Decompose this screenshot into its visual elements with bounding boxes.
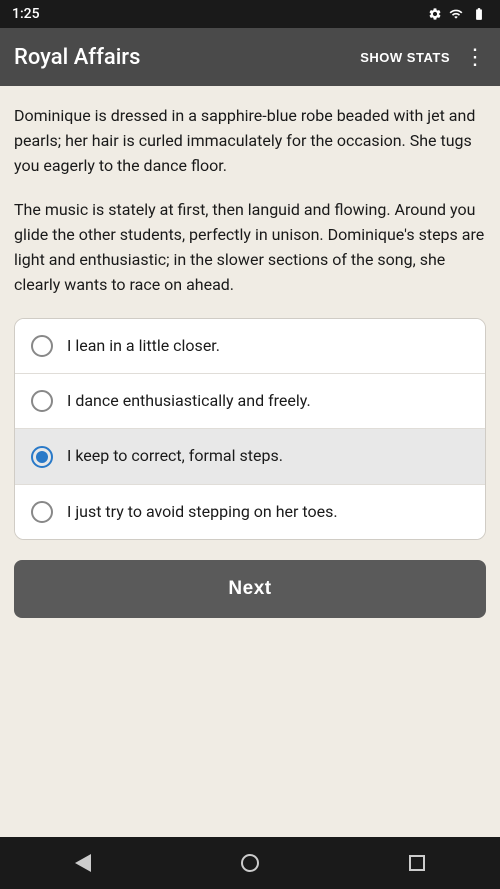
option-label: I dance enthusiastically and freely. <box>67 390 311 412</box>
option-row[interactable]: I keep to correct, formal steps. <box>15 429 485 484</box>
option-row[interactable]: I dance enthusiastically and freely. <box>15 374 485 429</box>
bottom-nav-bar <box>0 837 500 889</box>
app-title: Royal Affairs <box>14 45 354 70</box>
radio-inner-dot <box>36 451 48 463</box>
gear-icon <box>428 7 442 21</box>
option-label: I keep to correct, formal steps. <box>67 445 283 467</box>
radio-button[interactable] <box>31 501 53 523</box>
radio-button[interactable] <box>31 390 53 412</box>
battery-icon <box>470 7 488 21</box>
home-icon <box>241 854 259 872</box>
radio-button[interactable] <box>31 446 53 468</box>
back-icon <box>75 854 91 872</box>
recents-button[interactable] <box>409 855 425 871</box>
option-row[interactable]: I lean in a little closer. <box>15 319 485 374</box>
options-card: I lean in a little closer. I dance enthus… <box>14 318 486 541</box>
signal-icon <box>448 7 464 21</box>
show-stats-button[interactable]: SHOW STATS <box>354 46 456 69</box>
story-paragraph-1: Dominique is dressed in a sapphire-blue … <box>14 104 486 178</box>
status-icons <box>428 7 488 21</box>
status-bar: 1:25 <box>0 0 500 28</box>
next-button[interactable]: Next <box>14 560 486 618</box>
more-vert-icon[interactable]: ⋮ <box>464 45 486 70</box>
radio-button[interactable] <box>31 335 53 357</box>
option-label: I lean in a little closer. <box>67 335 220 357</box>
content-area: Dominique is dressed in a sapphire-blue … <box>0 86 500 837</box>
home-button[interactable] <box>241 854 259 872</box>
back-button[interactable] <box>75 854 91 872</box>
story-paragraph-2: The music is stately at first, then lang… <box>14 198 486 297</box>
app-bar: Royal Affairs SHOW STATS ⋮ <box>0 28 500 86</box>
recents-icon <box>409 855 425 871</box>
status-time: 1:25 <box>12 6 40 22</box>
option-label: I just try to avoid stepping on her toes… <box>67 501 338 523</box>
option-row[interactable]: I just try to avoid stepping on her toes… <box>15 485 485 539</box>
